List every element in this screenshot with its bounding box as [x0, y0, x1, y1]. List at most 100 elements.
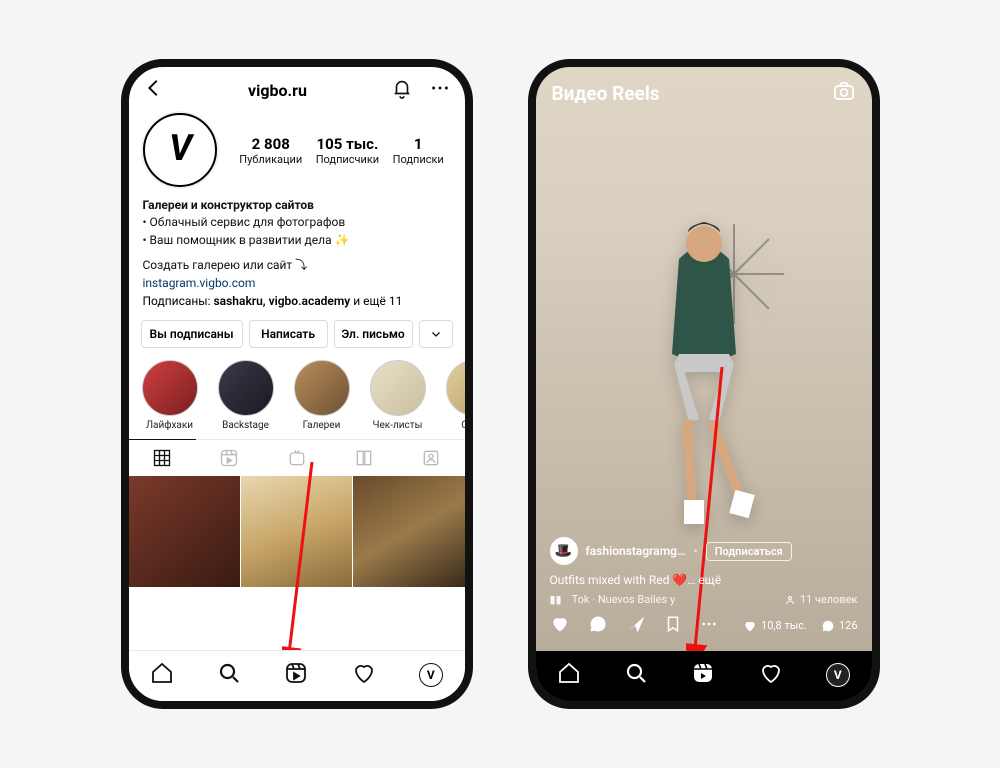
- reels-likes-count-wrap: 10,8 тыс.: [743, 619, 807, 633]
- profile-tabs: [129, 439, 465, 476]
- reels-user-row: 🎩 fashionstagramg… • Подписаться: [550, 537, 858, 565]
- home-icon: [557, 661, 581, 685]
- stat-followers-count: 105 тыс.: [316, 135, 379, 153]
- comment-icon: [821, 619, 835, 633]
- grid-icon: [152, 448, 172, 468]
- highlight-item[interactable]: Галереи: [291, 360, 353, 431]
- phone-profile: vigbo.ru V 2 808 Публикации 105 тыс. Под…: [121, 59, 473, 709]
- bio-line1: • Облачный сервис для фотографов: [143, 214, 451, 231]
- nav-profile[interactable]: V: [419, 663, 443, 687]
- reels-follow-button[interactable]: Подписаться: [706, 542, 792, 561]
- highlights: Лайфхаки Backstage Галереи Чек-листы Отз…: [129, 358, 465, 439]
- followed-by-names: sashakru, vigbo.academy: [214, 294, 351, 308]
- phone-reels: Видео Reels 🎩 fashionstagramg… • Подписа…: [528, 59, 880, 709]
- posts-grid: [129, 476, 465, 587]
- following-button[interactable]: Вы подписаны: [141, 320, 243, 348]
- reels-likes-count: 10,8 тыс.: [761, 619, 807, 632]
- highlight-item[interactable]: Отзы: [443, 360, 465, 431]
- highlight-item[interactable]: Лайфхаки: [139, 360, 201, 431]
- reels-icon: [691, 661, 715, 685]
- reels-more-button[interactable]: [700, 615, 718, 636]
- profile-username: vigbo.ru: [165, 81, 391, 100]
- highlight-label: Backstage: [215, 420, 277, 431]
- tab-igtv[interactable]: [263, 440, 330, 476]
- bio-link[interactable]: instagram.vigbo.com: [143, 275, 451, 292]
- tab-tagged[interactable]: [397, 440, 464, 476]
- guides-icon: [354, 448, 374, 468]
- nav-search[interactable]: [624, 661, 648, 689]
- stat-posts-label: Публикации: [239, 153, 302, 166]
- nav-activity[interactable]: [759, 661, 783, 689]
- nav-activity[interactable]: [352, 661, 376, 689]
- avatar-letter: V: [169, 127, 190, 169]
- stat-following-count: 1: [393, 135, 444, 153]
- heart-icon: [550, 614, 570, 634]
- heart-icon: [759, 661, 783, 685]
- reels-overlay: 🎩 fashionstagramg… • Подписаться Outfits…: [536, 537, 872, 649]
- bookmark-icon: [664, 614, 682, 634]
- reels-comment-button[interactable]: [588, 614, 608, 637]
- search-icon: [624, 661, 648, 685]
- tab-grid[interactable]: [129, 439, 196, 476]
- heart-icon: [743, 619, 757, 633]
- more-icon[interactable]: [429, 77, 451, 103]
- more-icon: [700, 615, 718, 633]
- message-button[interactable]: Написать: [249, 320, 328, 348]
- reels-save-button[interactable]: [664, 614, 682, 637]
- reels-avatar[interactable]: 🎩: [550, 537, 578, 565]
- grid-cell[interactable]: [241, 476, 352, 587]
- reels-share-button[interactable]: [626, 614, 646, 637]
- reels-icon: [219, 448, 239, 468]
- back-icon[interactable]: [143, 77, 165, 103]
- bell-icon[interactable]: [391, 77, 413, 103]
- bottom-nav: V: [536, 651, 872, 701]
- bottom-nav: V: [129, 650, 465, 701]
- reels-comments-count-wrap: 126: [821, 619, 858, 633]
- highlight-item[interactable]: Backstage: [215, 360, 277, 431]
- stat-following[interactable]: 1 Подписки: [393, 135, 444, 166]
- avatar[interactable]: V: [143, 113, 217, 187]
- reels-people-count: 11 человек: [800, 593, 858, 606]
- stat-followers-label: Подписчики: [316, 153, 379, 166]
- reels-like-button[interactable]: [550, 614, 570, 637]
- bio-name: Галереи и конструктор сайтов: [143, 197, 451, 214]
- grid-cell[interactable]: [353, 476, 464, 587]
- email-button[interactable]: Эл. письмо: [334, 320, 413, 348]
- reels-title: Видео Reels: [552, 82, 660, 105]
- reels-caption[interactable]: Outfits mixed with Red ❤️… ещё: [550, 573, 858, 587]
- stat-posts[interactable]: 2 808 Публикации: [239, 135, 302, 166]
- tab-reels[interactable]: [196, 440, 263, 476]
- reels-icon: [284, 661, 308, 685]
- person-icon: [784, 594, 796, 606]
- reels-music-text: Tok · Nuevos Bailes у: [572, 593, 675, 606]
- camera-icon[interactable]: [832, 79, 856, 107]
- nav-home[interactable]: [150, 661, 174, 689]
- reels-music-row[interactable]: ▮▮ Tok · Nuevos Bailes у 11 человек: [550, 593, 858, 606]
- grid-cell[interactable]: [129, 476, 240, 587]
- stat-followers[interactable]: 105 тыс. Подписчики: [316, 135, 379, 166]
- stat-following-label: Подписки: [393, 153, 444, 166]
- nav-profile[interactable]: V: [826, 663, 850, 687]
- stat-posts-count: 2 808: [239, 135, 302, 153]
- reels-username[interactable]: fashionstagramg…: [586, 544, 686, 558]
- bio-cta: Создать галерею или сайт ⤵: [143, 257, 451, 274]
- nav-reels[interactable]: [284, 661, 308, 689]
- suggestions-button[interactable]: [419, 320, 453, 348]
- followed-by[interactable]: Подписаны: sashakru, vigbo.academy и ещё…: [129, 292, 465, 316]
- reels-topbar: Видео Reels: [536, 67, 872, 119]
- reels-comments-count: 126: [839, 619, 858, 632]
- followed-by-suffix: и ещё 11: [350, 294, 402, 308]
- stats: 2 808 Публикации 105 тыс. Подписчики 1 П…: [233, 135, 451, 166]
- highlight-item[interactable]: Чек-листы: [367, 360, 429, 431]
- nav-search[interactable]: [217, 661, 241, 689]
- nav-home[interactable]: [557, 661, 581, 689]
- bio: Галереи и конструктор сайтов • Облачный …: [129, 195, 465, 292]
- tab-guides[interactable]: [330, 440, 397, 476]
- highlight-label: Лайфхаки: [139, 420, 201, 431]
- pause-icon: ▮▮: [550, 593, 562, 606]
- comment-icon: [588, 614, 608, 634]
- nav-reels[interactable]: [691, 661, 715, 689]
- chevron-down-icon: [430, 328, 442, 340]
- tagged-icon: [421, 448, 441, 468]
- igtv-icon: [287, 448, 307, 468]
